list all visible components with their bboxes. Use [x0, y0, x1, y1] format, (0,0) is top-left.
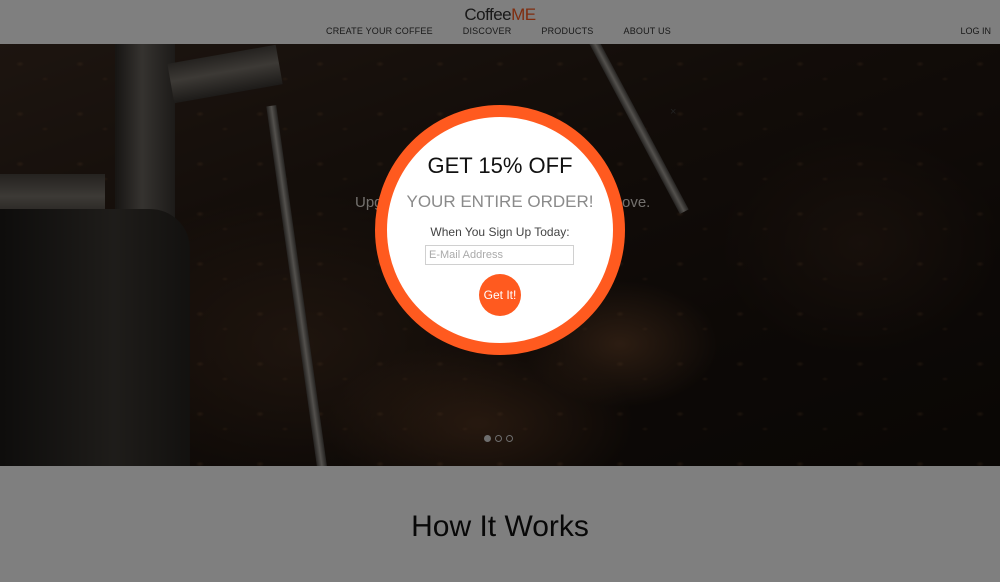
signup-discount-modal: GET 15% OFF YOUR ENTIRE ORDER! When You … [375, 105, 625, 355]
modal-caption: When You Sign Up Today: [430, 225, 570, 239]
get-it-button[interactable]: Get It! [479, 274, 521, 316]
modal-subtitle: YOUR ENTIRE ORDER! [406, 192, 594, 211]
email-field[interactable] [425, 245, 574, 265]
close-icon[interactable]: × [670, 106, 676, 118]
modal-title: GET 15% OFF [427, 153, 573, 178]
